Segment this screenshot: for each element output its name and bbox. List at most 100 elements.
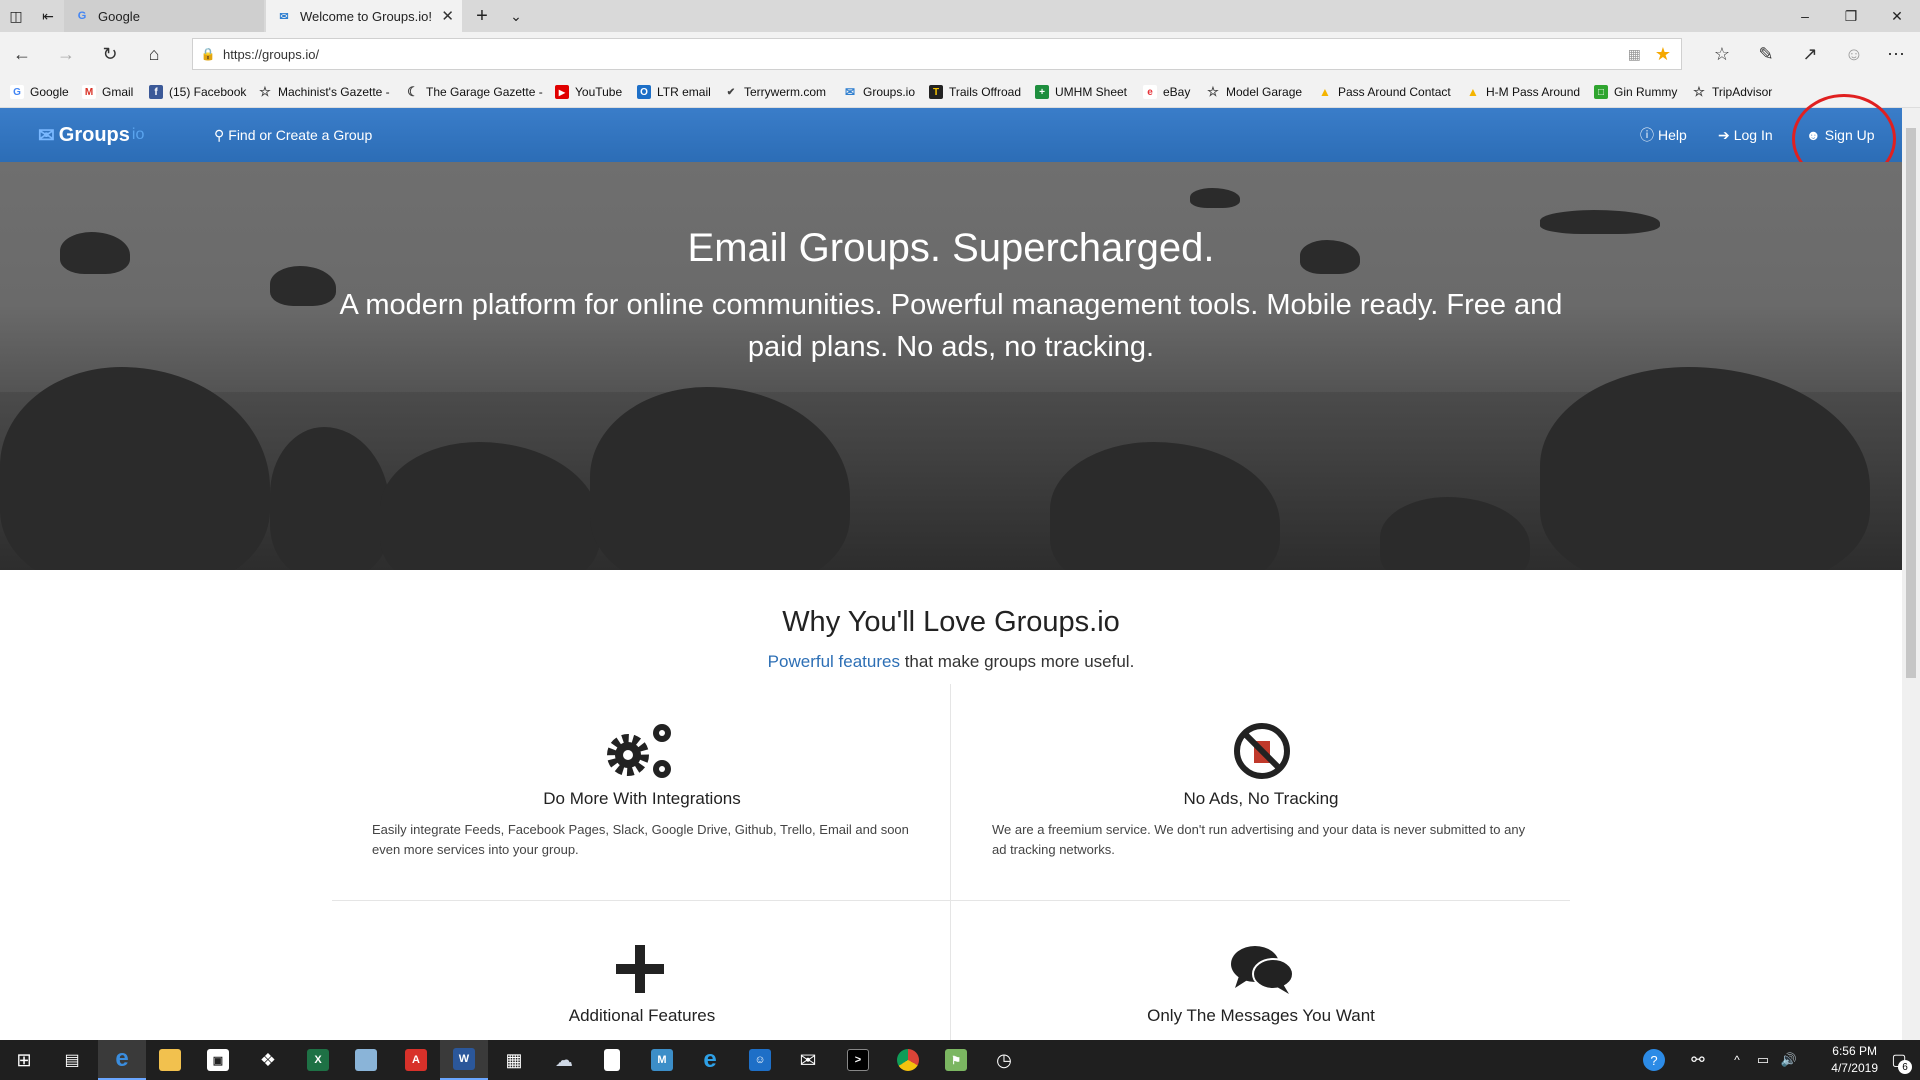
chevron-down-icon[interactable]: ⌄ — [500, 0, 532, 32]
envelope-icon: ✉ — [38, 124, 55, 147]
back-icon[interactable]: ← — [2, 32, 42, 76]
favorite-gmail[interactable]: M Gmail — [82, 76, 133, 108]
cloud-app-icon[interactable]: ☁ — [540, 1040, 588, 1080]
favorite-youtube[interactable]: ▶ YouTube — [555, 76, 622, 108]
close-tab-icon[interactable]: ✕ — [441, 7, 454, 25]
task-view-icon[interactable]: ▤ — [48, 1040, 96, 1080]
scrollbar-thumb[interactable] — [1906, 128, 1916, 678]
document-icon[interactable] — [588, 1040, 636, 1080]
chevron-up-icon[interactable]: ^ — [1724, 1040, 1750, 1080]
network-icon[interactable]: ▭ — [1750, 1040, 1776, 1080]
favorite-umhm-sheet[interactable]: + UMHM Sheet — [1035, 76, 1127, 108]
favorite-gin-rummy[interactable]: □ Gin Rummy — [1594, 76, 1677, 108]
favorite-model-garage[interactable]: ☆ Model Garage — [1206, 76, 1302, 108]
mail-icon[interactable]: ✉ — [784, 1040, 832, 1080]
elephant-image — [1190, 188, 1240, 208]
favorite-hm-pass-around[interactable]: ▲ H-M Pass Around — [1466, 76, 1580, 108]
close-window-icon[interactable]: ✕ — [1874, 0, 1920, 32]
feature-title: Do More With Integrations — [543, 789, 741, 808]
favorite-ebay[interactable]: e eBay — [1143, 76, 1190, 108]
refresh-icon[interactable]: ↻ — [90, 32, 130, 76]
google-icon: G — [10, 85, 24, 99]
tab-google[interactable]: G Google — [64, 0, 264, 32]
favorite-terrywerm[interactable]: ✔ Terrywerm.com — [724, 76, 826, 108]
terminal-icon[interactable]: > — [834, 1040, 882, 1080]
notes-app-icon[interactable] — [342, 1040, 390, 1080]
star-icon: ☆ — [259, 84, 271, 99]
moon-icon: ☾ — [407, 84, 419, 99]
gears-icon — [600, 716, 680, 786]
minimize-icon[interactable]: – — [1782, 0, 1828, 32]
sign-in-icon: ➔ — [1718, 126, 1730, 143]
powerful-features-link[interactable]: Powerful features — [768, 652, 900, 671]
acrobat-icon[interactable]: A — [392, 1040, 440, 1080]
favorite-machinists-gazette[interactable]: ☆ Machinist's Gazette - — [258, 76, 390, 108]
feature-title: Only The Messages You Want — [1147, 1006, 1375, 1025]
restore-icon[interactable]: ❐ — [1828, 0, 1874, 32]
tab-title: Google — [98, 8, 140, 24]
help-circle-icon[interactable]: ? — [1630, 1040, 1678, 1080]
new-tab-button[interactable]: + — [462, 0, 502, 32]
favorite-facebook[interactable]: f (15) Facebook — [149, 76, 246, 108]
share-icon[interactable]: ↗ — [1790, 32, 1830, 76]
edge-icon[interactable]: e — [98, 1040, 146, 1080]
elephant-image — [270, 266, 336, 306]
clock-time: 6:56 PM — [1832, 1044, 1877, 1058]
help-link[interactable]: ⓘ Help — [1640, 108, 1687, 162]
volume-icon[interactable]: 🔊 — [1776, 1040, 1802, 1080]
section-subtitle: Powerful features that make groups more … — [767, 652, 1135, 671]
reading-view-icon[interactable]: ▦ — [1628, 46, 1641, 63]
tab-title: Welcome to Groups.io! — [300, 8, 432, 24]
internet-explorer-icon[interactable]: e — [686, 1040, 734, 1080]
groupsio-icon: ✉ — [844, 85, 856, 99]
favorite-tripadvisor[interactable]: ☆ TripAdvisor — [1692, 76, 1772, 108]
web-note-icon[interactable]: ✎ — [1746, 32, 1786, 76]
favorite-pass-around-contact[interactable]: ▲ Pass Around Contact — [1318, 76, 1451, 108]
plus-icon — [600, 934, 680, 1004]
login-link[interactable]: ➔ Log In — [1718, 108, 1773, 162]
dropbox-icon[interactable]: ❖ — [244, 1040, 292, 1080]
flag-app-icon[interactable]: ⚑ — [932, 1040, 980, 1080]
site-navbar: ✉ Groups io ⚲ Find or Create a Group ⓘ He… — [0, 94, 1902, 184]
gin-icon: □ — [1594, 85, 1608, 99]
excel-icon[interactable]: X — [294, 1040, 342, 1080]
file-explorer-icon[interactable] — [146, 1040, 194, 1080]
favorite-star-icon[interactable]: ★ — [1655, 44, 1671, 65]
gmail-icon: M — [82, 85, 96, 99]
set-aside-tabs-icon[interactable]: ⇤ — [32, 0, 64, 32]
system-clock[interactable]: 6:56 PM 4/7/2019 — [1831, 1043, 1878, 1077]
address-bar[interactable]: 🔒 https://groups.io/ ▦ ★ — [192, 38, 1682, 70]
contacts-icon[interactable]: ☺ — [736, 1040, 784, 1080]
word-icon[interactable]: W — [440, 1040, 488, 1080]
sheets-icon: + — [1035, 85, 1049, 99]
find-create-group-link[interactable]: ⚲ Find or Create a Group — [214, 108, 372, 162]
chrome-icon[interactable] — [884, 1040, 932, 1080]
more-icon[interactable]: ⋯ — [1876, 32, 1916, 76]
address-toolbar: ← → ↻ ⌂ 🔒 https://groups.io/ ▦ ★ ☆ ✎ ↗ ☺… — [0, 32, 1920, 76]
windows-start-icon[interactable]: ⊞ — [0, 1040, 48, 1080]
favorite-garage-gazette[interactable]: ☾ The Garage Gazette - — [406, 76, 543, 108]
section-title: Why You'll Love Groups.io — [782, 606, 1120, 638]
people-icon[interactable]: ⚯ — [1680, 1040, 1716, 1080]
hero-banner: Email Groups. Supercharged. A modern pla… — [0, 162, 1902, 570]
forward-icon[interactable]: → — [46, 32, 86, 76]
alarm-clock-icon[interactable]: ◷ — [980, 1040, 1028, 1080]
tab-manager-icon[interactable]: ◫ — [0, 0, 32, 32]
map-app-icon[interactable]: M — [638, 1040, 686, 1080]
tab-strip: ◫ ⇤ G Google ✉ Welcome to Groups.io! ✕ +… — [0, 0, 1920, 32]
page-scrollbar[interactable] — [1902, 108, 1920, 1040]
favorites-hub-icon[interactable]: ☆ — [1702, 32, 1742, 76]
profile-icon[interactable]: ☺ — [1834, 32, 1874, 76]
home-icon[interactable]: ⌂ — [134, 32, 174, 76]
favorite-groupsio[interactable]: ✉ Groups.io — [843, 76, 915, 108]
taskbar: ⊞ ▤ e ▣ ❖ X A W ▦ ☁ M e ☺ ✉ > ⚑ ◷ ? ⚯ ^ … — [0, 1040, 1920, 1080]
store-icon[interactable]: ▣ — [194, 1040, 242, 1080]
calculator-icon[interactable]: ▦ — [490, 1040, 538, 1080]
favorite-trails-offroad[interactable]: T Trails Offroad — [929, 76, 1021, 108]
groupsio-logo[interactable]: ✉ Groups io — [38, 108, 144, 162]
tab-groupsio[interactable]: ✉ Welcome to Groups.io! ✕ — [266, 0, 462, 32]
favorite-google[interactable]: G Google — [10, 76, 69, 108]
action-center-icon[interactable]: ▢ 6 — [1878, 1040, 1920, 1080]
feature-divider — [332, 900, 1570, 901]
favorite-ltr-email[interactable]: O LTR email — [637, 76, 711, 108]
